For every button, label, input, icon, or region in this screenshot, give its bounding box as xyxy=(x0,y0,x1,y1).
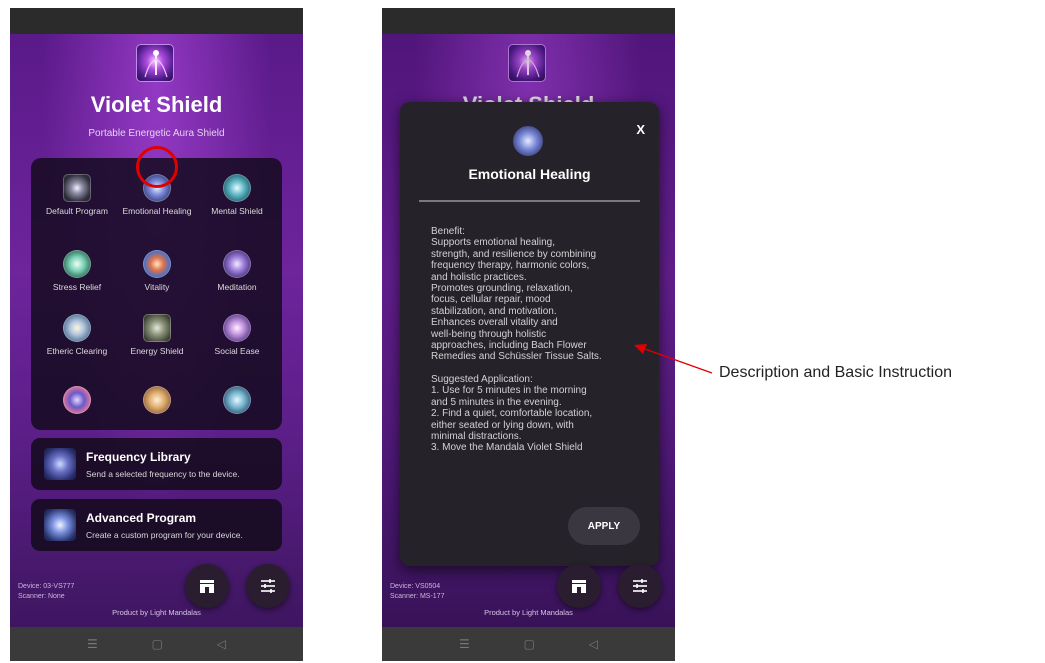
annotation-label: Description and Basic Instruction xyxy=(719,364,952,381)
annotation-arrow xyxy=(634,344,713,374)
